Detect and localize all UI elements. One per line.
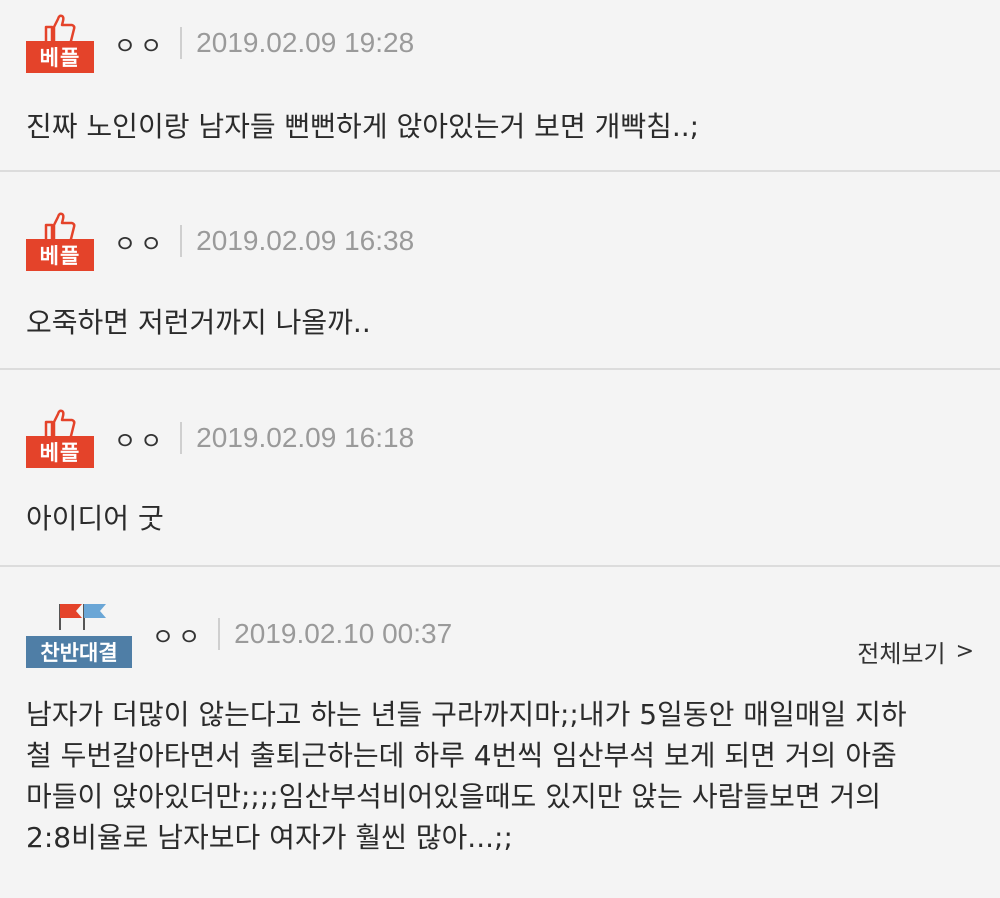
best-badge-label: 베플 (26, 239, 94, 271)
view-all-link[interactable]: 전체보기 > (857, 634, 974, 669)
chevron-right-icon: > (955, 639, 974, 664)
comment-meta: 베플 ㅇㅇ 2019.02.09 19:28 (26, 10, 414, 76)
divider-bar (180, 27, 183, 59)
comment-author[interactable]: ㅇㅇ (114, 26, 166, 61)
best-badge: 베플 (26, 13, 96, 73)
comment-divider (0, 170, 1000, 172)
best-badge-label: 베플 (26, 436, 94, 468)
comment-divider (0, 368, 1000, 370)
comment-author[interactable]: ㅇㅇ (114, 224, 166, 259)
divider-bar (218, 618, 221, 650)
thumbs-up-icon (44, 14, 76, 43)
debate-badge: 찬반대결 (26, 600, 134, 668)
comment-text-line: 2:8비율로 남자보다 여자가 훨씬 많아...;; (26, 821, 513, 854)
comment-text: 남자가 더많이 않는다고 하는 년들 구라까지마;;내가 5일동안 매일매일 지… (26, 694, 974, 858)
comment-divider (0, 565, 1000, 567)
divider-bar (180, 422, 183, 454)
comment-text-line: 남자가 더많이 않는다고 하는 년들 구라까지마;;내가 5일동안 매일매일 지… (26, 698, 907, 731)
comment-text-line: 철 두번갈아타면서 출퇴근하는데 하루 4번씩 임산부석 보게 되면 거의 아줌 (26, 739, 897, 772)
comment-date: 2019.02.09 19:28 (196, 27, 415, 58)
comment-meta: 찬반대결 ㅇㅇ 2019.02.10 00:37 (26, 600, 452, 668)
thumbs-up-icon (44, 409, 76, 438)
view-all-label: 전체보기 (857, 640, 946, 668)
comment-text: 진짜 노인이랑 남자들 뻔뻔하게 앉아있는거 보면 개빡침..; (26, 110, 700, 143)
comment-text: 아이디어 굿 (26, 502, 164, 535)
divider-bar (180, 225, 183, 257)
comment-text-line: 마들이 앉아있더만;;;;임산부석비어있을때도 있지만 앉는 사람들보면 거의 (26, 780, 882, 813)
comment-date: 2019.02.09 16:38 (196, 225, 415, 256)
best-badge-label: 베플 (26, 41, 94, 73)
best-badge: 베플 (26, 211, 96, 271)
flags-icon (59, 604, 106, 630)
thumbs-up-icon (44, 212, 76, 241)
debate-badge-label: 찬반대결 (26, 636, 132, 668)
comment-author[interactable]: ㅇㅇ (114, 421, 166, 456)
comment-meta: 베플 ㅇㅇ 2019.02.09 16:18 (26, 405, 414, 471)
comment-text: 오죽하면 저런거까지 나올까.. (26, 306, 371, 339)
comment-meta: 베플 ㅇㅇ 2019.02.09 16:38 (26, 208, 414, 274)
best-badge: 베플 (26, 408, 96, 468)
comment-date: 2019.02.10 00:37 (234, 618, 453, 649)
comment-date: 2019.02.09 16:18 (196, 422, 415, 453)
comment-author[interactable]: ㅇㅇ (152, 617, 204, 652)
